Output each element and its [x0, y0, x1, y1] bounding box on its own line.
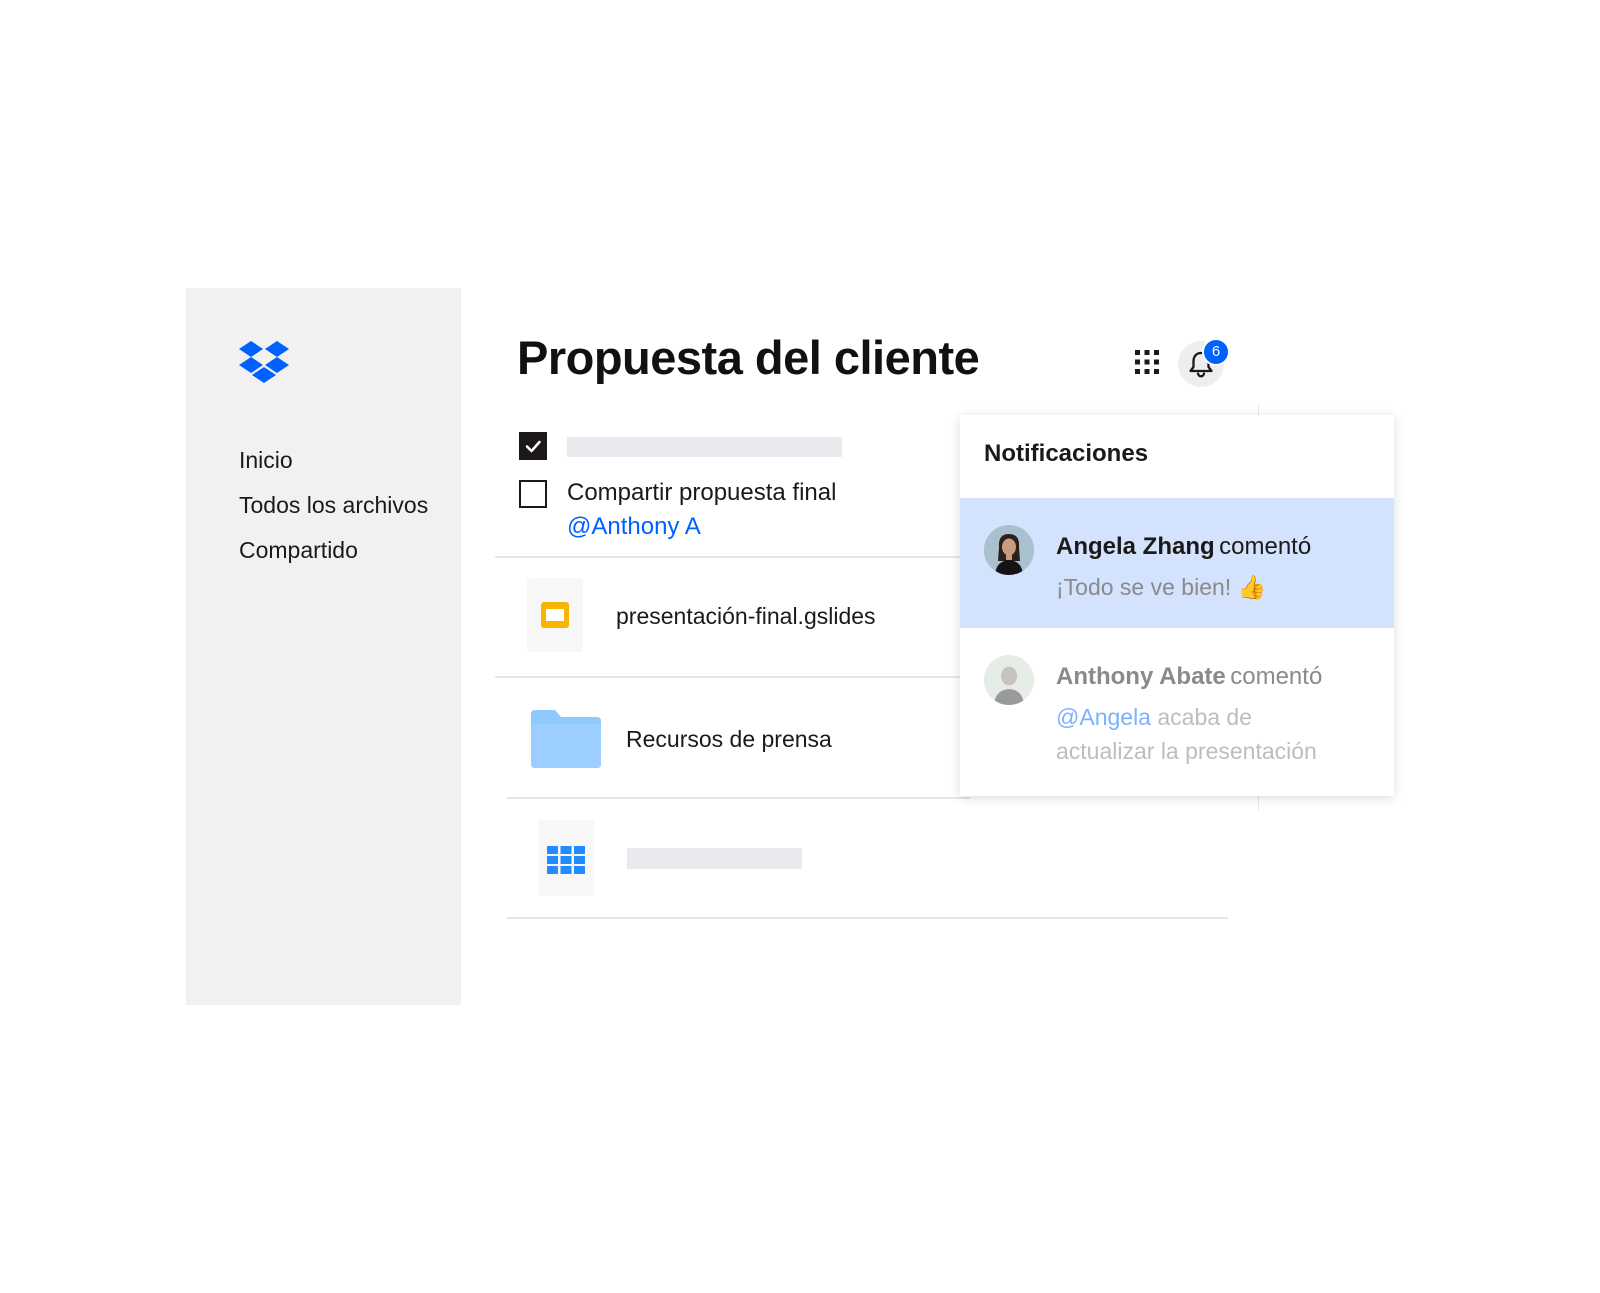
checkmark-icon	[525, 440, 541, 453]
app-grid-icon[interactable]	[1134, 349, 1160, 375]
sidebar-item-inicio[interactable]: Inicio	[239, 447, 293, 474]
notification-item[interactable]: Anthony Abate comentó @Angela acaba de a…	[960, 628, 1394, 796]
notification-item[interactable]: Angela Zhang comentó ¡Todo se ve bien! 👍	[960, 498, 1394, 628]
divider	[507, 797, 970, 799]
notification-message: @Angela acaba de	[1056, 700, 1252, 734]
notification-author: Anthony Abate	[1056, 663, 1226, 690]
notification-verb: comentó	[1230, 663, 1323, 690]
spreadsheet-icon	[547, 846, 585, 874]
file-name-placeholder	[627, 848, 802, 869]
avatar	[984, 525, 1034, 575]
notification-count-badge: 6	[1202, 338, 1230, 366]
slides-icon	[541, 602, 569, 628]
notification-mention[interactable]: @Angela	[1056, 704, 1151, 730]
notification-header: Anthony Abate comentó	[1056, 663, 1322, 691]
sidebar-item-todos-los-archivos[interactable]: Todos los archivos	[239, 492, 428, 519]
divider	[507, 917, 1228, 919]
sidebar-item-compartido[interactable]: Compartido	[239, 537, 358, 564]
file-thumbnail[interactable]	[538, 820, 594, 896]
folder-name[interactable]: Recursos de prensa	[626, 726, 832, 753]
notification-author: Angela Zhang	[1056, 533, 1215, 560]
sidebar	[186, 288, 461, 1005]
notification-message-line2: actualizar la presentación	[1056, 738, 1317, 764]
folder-icon[interactable]	[531, 710, 601, 768]
notification-verb: comentó	[1219, 533, 1312, 560]
notifications-title: Notificaciones	[984, 440, 1149, 467]
task-mention[interactable]: @Anthony A	[567, 513, 701, 541]
panel-edge	[1258, 796, 1259, 810]
avatar	[984, 655, 1034, 705]
task-label: Compartir propuesta final	[567, 479, 837, 506]
dropbox-logo-icon[interactable]	[239, 340, 289, 384]
divider	[495, 676, 970, 678]
task-placeholder-text	[567, 437, 842, 457]
notification-message: ¡Todo se ve bien! 👍	[1056, 574, 1267, 600]
file-name[interactable]: presentación-final.gslides	[616, 603, 876, 630]
task-checkbox-unchecked[interactable]	[519, 480, 547, 508]
notification-header: Angela Zhang comentó	[1056, 533, 1311, 561]
task-checkbox-checked[interactable]	[519, 432, 547, 460]
notification-message-text: acaba de	[1150, 704, 1252, 730]
divider	[495, 556, 970, 558]
file-thumbnail[interactable]	[527, 578, 583, 652]
page-title: Propuesta del cliente	[517, 331, 980, 384]
